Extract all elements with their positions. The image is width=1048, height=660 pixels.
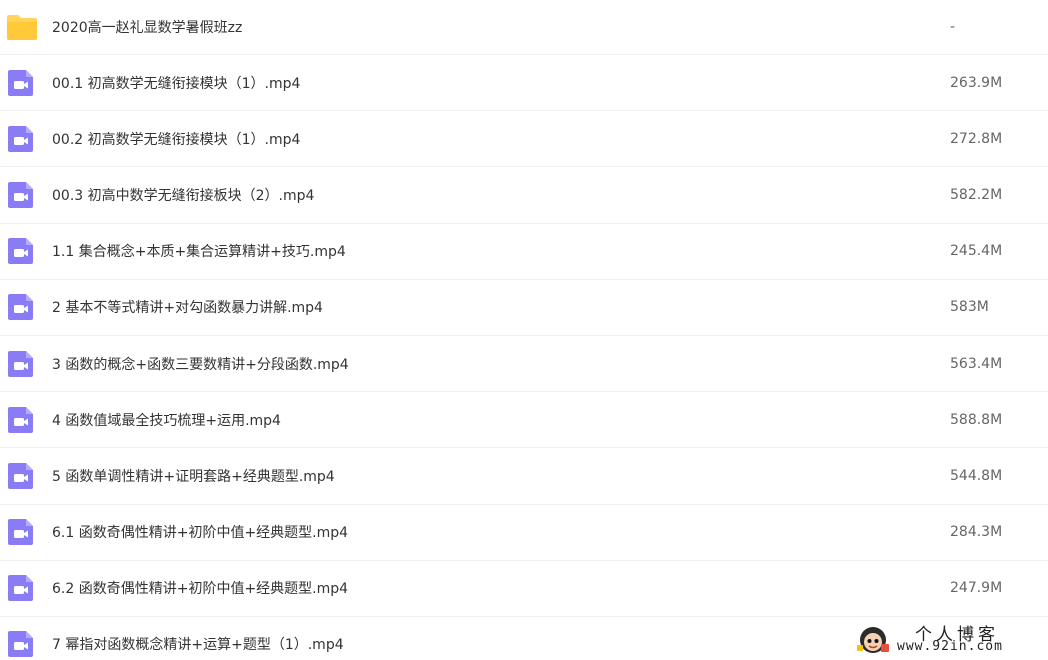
file-size: 583M xyxy=(950,299,989,316)
video-file-icon xyxy=(6,629,36,659)
file-size: 245.4M xyxy=(950,243,1003,260)
video-file-icon xyxy=(6,461,36,491)
video-file-icon xyxy=(6,292,36,322)
file-size: 544.8M xyxy=(950,467,1003,484)
file-name[interactable]: 3 函数的概念+函数三要数精讲+分段函数.mp4 xyxy=(52,354,349,374)
file-name[interactable]: 00.3 初高中数学无缝衔接板块（2）.mp4 xyxy=(52,185,314,205)
file-size: 272.8M xyxy=(950,130,1003,147)
video-file-icon xyxy=(6,573,36,603)
file-row[interactable]: 6.2 函数奇偶性精讲+初阶中值+经典题型.mp4 247.9M xyxy=(0,561,1048,617)
file-size: 263.9M xyxy=(950,74,1003,91)
video-file-icon xyxy=(6,405,36,435)
file-name[interactable]: 4 函数值域最全技巧梳理+运用.mp4 xyxy=(52,410,281,430)
file-name[interactable]: 00.1 初高数学无缝衔接模块（1）.mp4 xyxy=(52,73,300,93)
file-name[interactable]: 1.1 集合概念+本质+集合运算精讲+技巧.mp4 xyxy=(52,241,346,261)
folder-icon xyxy=(6,12,37,42)
file-name[interactable]: 6.2 函数奇偶性精讲+初阶中值+经典题型.mp4 xyxy=(52,578,348,598)
video-file-icon xyxy=(6,517,36,547)
file-row[interactable]: 2 基本不等式精讲+对勾函数暴力讲解.mp4 583M xyxy=(0,280,1048,336)
file-row[interactable]: 00.2 初高数学无缝衔接模块（1）.mp4 272.8M xyxy=(0,111,1048,168)
file-size: 563.4M xyxy=(950,355,1003,372)
video-file-icon xyxy=(6,236,36,266)
file-size: 247.9M xyxy=(950,580,1003,597)
file-size: 582.2M xyxy=(950,186,1003,203)
file-name[interactable]: 2020高一赵礼显数学暑假班zz xyxy=(52,17,242,37)
watermark: 个人博客 www.92in.com xyxy=(855,620,1045,658)
file-name[interactable]: 2 基本不等式精讲+对勾函数暴力讲解.mp4 xyxy=(52,297,323,317)
file-row[interactable]: 00.3 初高中数学无缝衔接板块（2）.mp4 582.2M xyxy=(0,167,1048,224)
video-file-icon xyxy=(6,349,36,379)
mascot-icon xyxy=(857,627,889,653)
file-size: 284.3M xyxy=(950,524,1003,541)
file-name[interactable]: 6.1 函数奇偶性精讲+初阶中值+经典题型.mp4 xyxy=(52,522,348,542)
file-row[interactable]: 4 函数值域最全技巧梳理+运用.mp4 588.8M xyxy=(0,392,1048,449)
file-row[interactable]: 00.1 初高数学无缝衔接模块（1）.mp4 263.9M xyxy=(0,55,1048,112)
folder-row[interactable]: 2020高一赵礼显数学暑假班zz - xyxy=(0,0,1048,55)
file-list: 2020高一赵礼显数学暑假班zz - 00.1 初高数学无缝衔接模块（1）.mp4… xyxy=(0,0,1048,660)
file-row[interactable]: 6.1 函数奇偶性精讲+初阶中值+经典题型.mp4 284.3M xyxy=(0,505,1048,561)
file-name[interactable]: 7 幂指对函数概念精讲+运算+题型（1）.mp4 xyxy=(52,634,344,654)
file-name[interactable]: 00.2 初高数学无缝衔接模块（1）.mp4 xyxy=(52,129,300,149)
video-file-icon xyxy=(6,124,36,154)
file-row[interactable]: 1.1 集合概念+本质+集合运算精讲+技巧.mp4 245.4M xyxy=(0,224,1048,280)
file-size: - xyxy=(950,19,956,35)
video-file-icon xyxy=(6,68,36,98)
file-row[interactable]: 3 函数的概念+函数三要数精讲+分段函数.mp4 563.4M xyxy=(0,336,1048,393)
video-file-icon xyxy=(6,180,36,210)
file-row[interactable]: 5 函数单调性精讲+证明套路+经典题型.mp4 544.8M xyxy=(0,448,1048,505)
watermark-url: www.92in.com xyxy=(897,639,1003,654)
file-name[interactable]: 5 函数单调性精讲+证明套路+经典题型.mp4 xyxy=(52,466,335,486)
file-size: 588.8M xyxy=(950,411,1003,428)
